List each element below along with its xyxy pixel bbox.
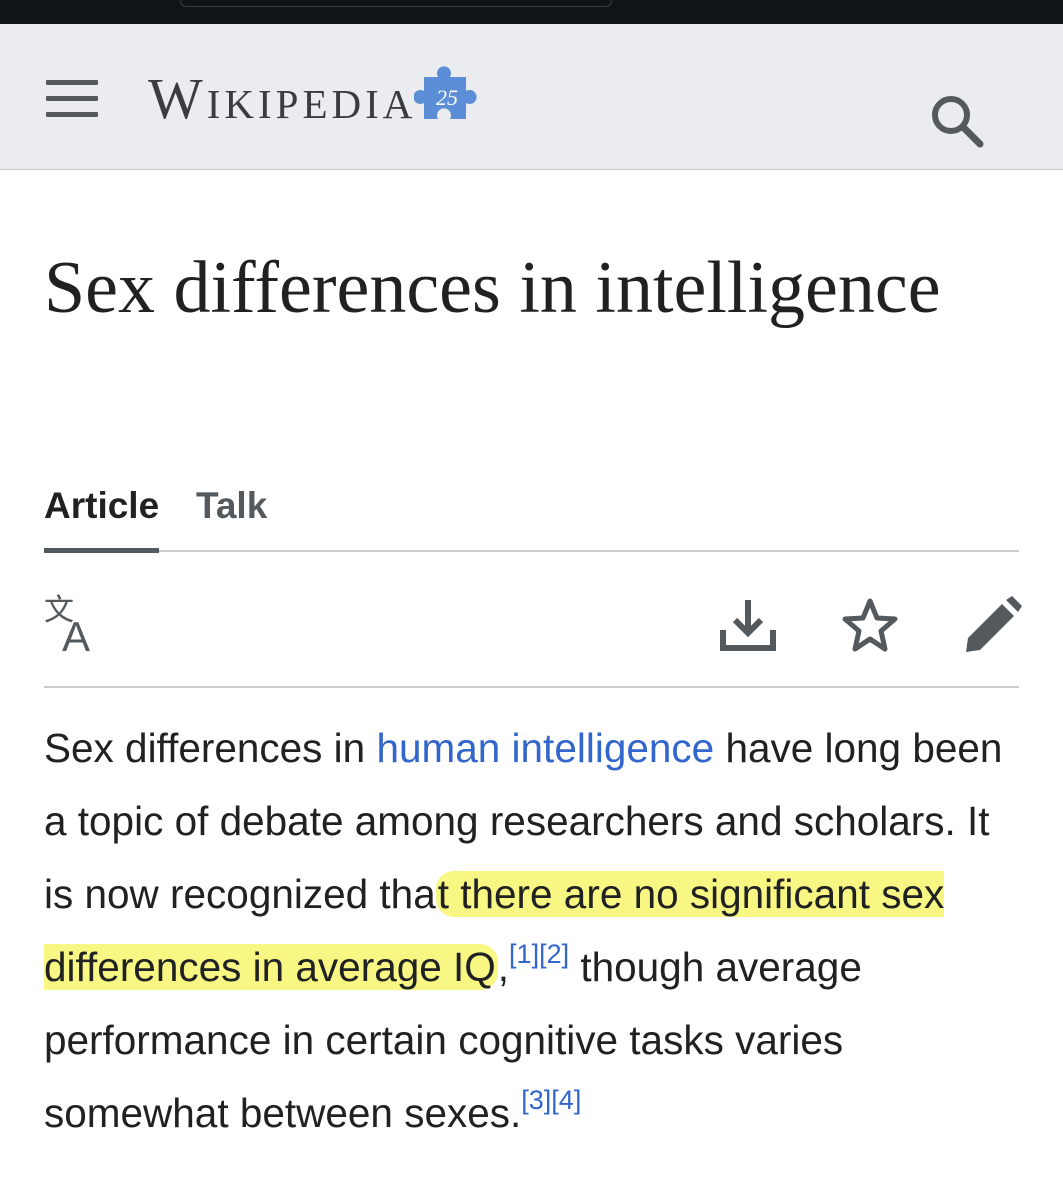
menu-line: [46, 96, 98, 101]
star-icon[interactable]: [840, 596, 900, 656]
language-icon[interactable]: 文 A: [44, 596, 104, 660]
language-glyph-a: A: [62, 613, 91, 660]
page-title: Sex differences in intelligence: [44, 247, 941, 329]
menu-line: [46, 112, 98, 117]
search-icon[interactable]: [926, 90, 986, 150]
status-bar: [0, 0, 1063, 24]
citation-2[interactable]: [2]: [539, 939, 569, 969]
page-tabs: Article Talk: [44, 478, 1019, 553]
wikipedia-logo[interactable]: Wikipedia 25: [148, 64, 480, 134]
citation-4[interactable]: [4]: [551, 1085, 581, 1115]
status-bar-notch: [180, 0, 612, 7]
tab-talk[interactable]: Talk: [196, 482, 267, 530]
lead-paragraph: Sex differences in human intelligence ha…: [44, 712, 1019, 1150]
menu-line: [46, 80, 98, 85]
citation-3[interactable]: [3]: [521, 1085, 551, 1115]
wikipedia-wordmark: Wikipedia: [148, 66, 417, 131]
puzzle-piece-icon: 25: [414, 66, 477, 119]
lead-text: ,: [497, 944, 510, 990]
page-actions-toolbar: 文 A: [44, 552, 1022, 688]
logo-badge-text: 25: [436, 85, 458, 110]
hamburger-menu-icon[interactable]: [46, 78, 98, 118]
tab-article[interactable]: Article: [44, 482, 160, 553]
download-icon[interactable]: [718, 596, 778, 656]
link-human-intelligence[interactable]: human intelligence: [376, 725, 714, 771]
lead-text: Sex differences in: [44, 725, 377, 771]
site-header: Wikipedia 25: [0, 24, 1063, 170]
pencil-icon[interactable]: [962, 596, 1022, 656]
citation-1[interactable]: [1]: [509, 939, 539, 969]
